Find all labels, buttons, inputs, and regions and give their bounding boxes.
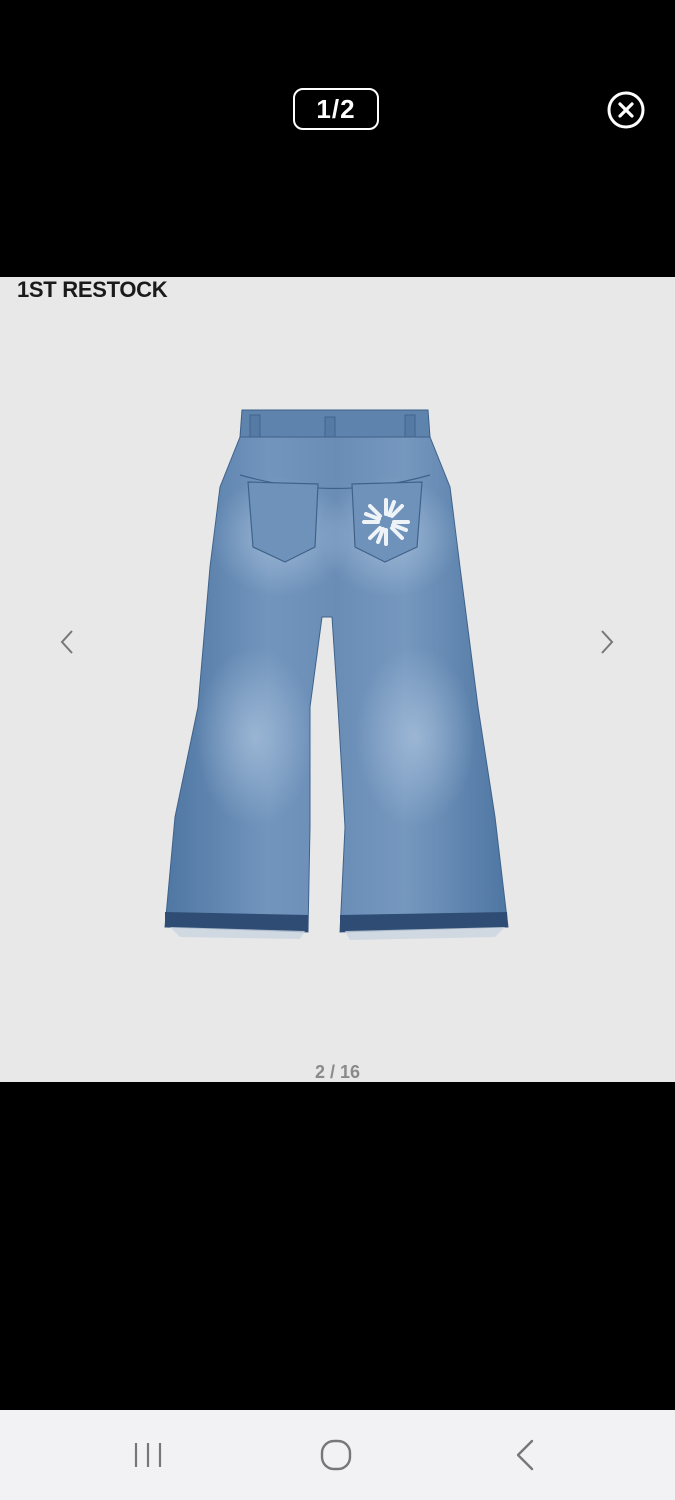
restock-badge: 1ST RESTOCK	[17, 277, 168, 302]
jeans-product-image	[164, 409, 509, 940]
system-navigation-bar	[0, 1410, 675, 1500]
viewer-backdrop[interactable]	[0, 1082, 675, 1410]
recents-button[interactable]	[128, 1435, 168, 1475]
slide-counter: 2 / 16	[314, 1062, 361, 1082]
chevron-right-icon[interactable]	[594, 627, 618, 657]
viewer-header: 1/2	[0, 0, 675, 277]
product-image-panel: 1ST RESTOCK 2 / 16	[0, 277, 675, 1082]
close-circle-icon[interactable]	[606, 90, 646, 130]
recents-icon[interactable]	[128, 1435, 168, 1475]
page-counter: 1/2	[293, 88, 379, 130]
next-image-button[interactable]	[594, 627, 618, 657]
close-button[interactable]	[606, 90, 646, 130]
previous-image-button[interactable]	[56, 627, 80, 657]
home-button[interactable]	[316, 1435, 356, 1475]
back-button[interactable]	[506, 1435, 546, 1475]
back-icon[interactable]	[506, 1435, 546, 1475]
chevron-left-icon[interactable]	[56, 627, 80, 657]
home-icon[interactable]	[316, 1435, 356, 1475]
